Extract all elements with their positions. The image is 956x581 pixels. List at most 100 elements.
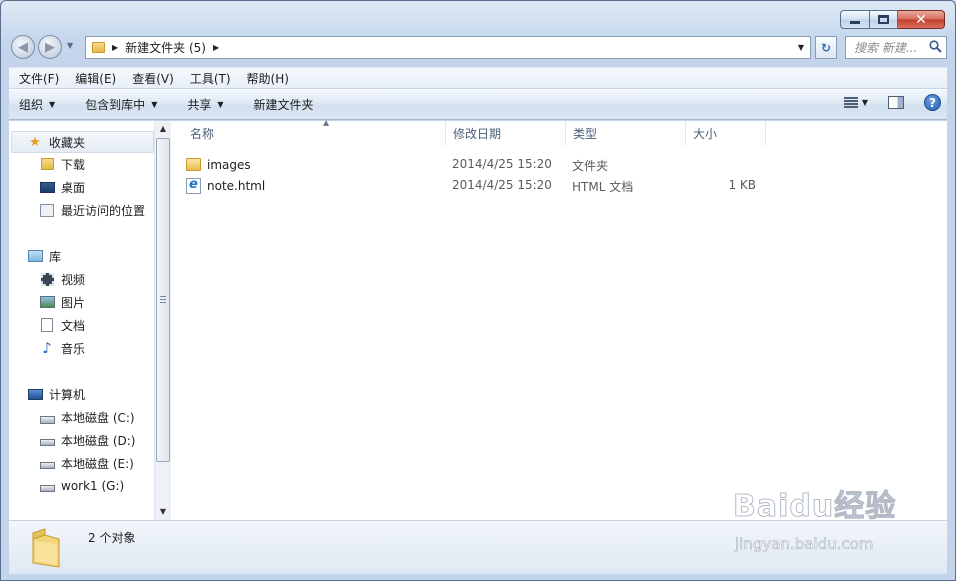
chevron-down-icon: ▼: [49, 100, 56, 109]
music-note-icon: ♪: [42, 339, 52, 357]
close-icon: ✕: [915, 11, 927, 28]
menu-view[interactable]: 查看(V): [122, 70, 180, 87]
search-box[interactable]: 搜索 新建...: [845, 36, 947, 59]
video-library-icon: [39, 271, 55, 287]
sort-ascending-icon: ▲: [323, 118, 330, 127]
nav-item-documents[interactable]: 文档: [39, 315, 85, 335]
back-button[interactable]: ◀: [11, 35, 35, 59]
nav-item-label: 文档: [61, 318, 86, 333]
nav-item-recent-places[interactable]: 最近访问的位置: [39, 200, 145, 220]
grip-icon: [160, 296, 166, 305]
file-list: ▲ 名称 修改日期 类型 大小 images 2014/4/25 15:20 文…: [172, 118, 947, 520]
column-header-type[interactable]: 类型: [566, 121, 686, 146]
nav-item-label: 收藏夹: [49, 135, 86, 150]
folder-icon: [32, 528, 60, 568]
folder-icon: [186, 158, 201, 171]
menu-help[interactable]: 帮助(H): [237, 70, 295, 87]
file-modified: 2014/4/25 15:20: [452, 178, 552, 192]
nav-item-label: 库: [49, 249, 62, 264]
help-icon[interactable]: ?: [924, 94, 941, 111]
minimize-button[interactable]: [840, 10, 870, 29]
breadcrumb-separator-icon[interactable]: ▶: [213, 43, 219, 52]
nav-item-label: 最近访问的位置: [61, 203, 146, 218]
breadcrumb-current-folder[interactable]: 新建文件夹 (5): [125, 39, 206, 56]
column-header-label: 大小: [693, 127, 718, 141]
nav-pane-scrollbar[interactable]: ▲ ▼: [154, 121, 171, 520]
nav-item-pictures[interactable]: 图片: [39, 292, 85, 312]
column-header-name[interactable]: ▲ 名称: [183, 118, 446, 146]
nav-item-music[interactable]: ♪ 音乐: [39, 338, 85, 358]
chevron-down-icon[interactable]: ▼: [862, 98, 868, 107]
file-type: 文件夹: [572, 159, 609, 173]
desktop-icon: [39, 179, 55, 195]
chevron-down-icon: ▼: [217, 100, 224, 109]
nav-item-desktop[interactable]: 桌面: [39, 177, 85, 197]
menu-edit[interactable]: 编辑(E): [65, 70, 122, 87]
share-button[interactable]: 共享 ▼: [178, 96, 232, 113]
include-in-library-button[interactable]: 包含到库中 ▼: [76, 96, 166, 113]
organize-button[interactable]: 组织 ▼: [9, 96, 64, 113]
new-folder-label: 新建文件夹: [253, 98, 314, 112]
view-controls: ▼ ?: [843, 94, 941, 111]
menu-tools[interactable]: 工具(T): [180, 70, 237, 87]
maximize-button[interactable]: [870, 10, 898, 29]
nav-item-label: 图片: [61, 295, 86, 310]
column-header-size[interactable]: 大小: [686, 121, 766, 146]
nav-item-drive-g[interactable]: work1 (G:): [39, 476, 124, 496]
address-history-dropdown[interactable]: ▼: [798, 43, 804, 52]
chevron-down-icon: ▼: [151, 100, 158, 109]
documents-library-icon: [39, 317, 55, 333]
recent-pages-dropdown[interactable]: ▼: [67, 41, 73, 50]
nav-item-label: work1 (G:): [61, 479, 125, 493]
nav-item-downloads[interactable]: 下载: [39, 154, 85, 174]
file-modified: 2014/4/25 15:20: [452, 157, 552, 171]
include-in-library-label: 包含到库中: [85, 98, 146, 112]
nav-item-favorites[interactable]: ★ 收藏夹: [27, 132, 85, 152]
html-file-icon: [186, 177, 201, 194]
new-folder-button[interactable]: 新建文件夹: [245, 96, 323, 113]
search-icon[interactable]: [929, 40, 942, 53]
explorer-window: ✕ ◀ ▶ ▼ ▶ 新建文件夹 (5) ▶ ▼ ↻ 搜索 新建... 文件(F)…: [0, 0, 956, 581]
scroll-down-icon[interactable]: ▼: [157, 506, 169, 518]
address-bar[interactable]: ▶ 新建文件夹 (5) ▶ ▼: [85, 36, 811, 59]
nav-item-label: 音乐: [61, 341, 86, 356]
maximize-icon: [878, 15, 889, 24]
nav-item-label: 桌面: [61, 180, 86, 195]
file-name: note.html: [207, 178, 266, 193]
nav-item-drive-c[interactable]: 本地磁盘 (C:): [39, 407, 135, 427]
column-header-label: 类型: [573, 127, 598, 141]
view-options-icon[interactable]: [843, 96, 858, 109]
scrollbar-thumb[interactable]: [156, 138, 170, 462]
file-size: 1 KB: [728, 178, 756, 192]
table-row[interactable]: note.html 2014/4/25 15:20 HTML 文档 1 KB: [186, 175, 786, 196]
nav-item-label: 本地磁盘 (C:): [61, 410, 135, 425]
file-name-cell: images: [186, 158, 251, 172]
table-row[interactable]: images 2014/4/25 15:20 文件夹: [186, 154, 786, 175]
nav-item-videos[interactable]: 视频: [39, 269, 85, 289]
file-name-cell: note.html: [186, 177, 266, 194]
item-count: 2 个对象: [88, 531, 136, 545]
scroll-up-icon[interactable]: ▲: [157, 123, 169, 135]
close-button[interactable]: ✕: [898, 10, 945, 29]
refresh-button[interactable]: ↻: [815, 36, 837, 59]
nav-buttons: ◀ ▶ ▼: [11, 33, 81, 61]
pictures-library-icon: [39, 294, 55, 310]
computer-icon: [27, 386, 43, 402]
nav-item-libraries[interactable]: 库: [27, 246, 61, 266]
search-input[interactable]: 搜索 新建...: [854, 39, 917, 56]
preview-pane-icon[interactable]: [888, 96, 904, 109]
breadcrumb-separator-icon[interactable]: ▶: [112, 43, 118, 52]
column-header-modified[interactable]: 修改日期: [446, 121, 566, 146]
refresh-icon: ↻: [820, 40, 832, 55]
back-arrow-icon: ◀: [18, 39, 28, 55]
menu-file[interactable]: 文件(F): [9, 70, 65, 87]
forward-button[interactable]: ▶: [38, 35, 62, 59]
column-header-label: 名称: [190, 127, 215, 141]
nav-item-drive-e[interactable]: 本地磁盘 (E:): [39, 453, 134, 473]
navigation-pane: ★ 收藏夹 下载 桌面 最近访问的位置 库 视频 图片 文档 ♪ 音乐 计算机 …: [9, 121, 171, 520]
nav-item-drive-d[interactable]: 本地磁盘 (D:): [39, 430, 135, 450]
command-bar: 组织 ▼ 包含到库中 ▼ 共享 ▼ 新建文件夹 ▼ ?: [9, 89, 947, 120]
organize-label: 组织: [19, 98, 44, 112]
star-icon: ★: [29, 134, 41, 150]
nav-item-computer[interactable]: 计算机: [27, 384, 85, 404]
